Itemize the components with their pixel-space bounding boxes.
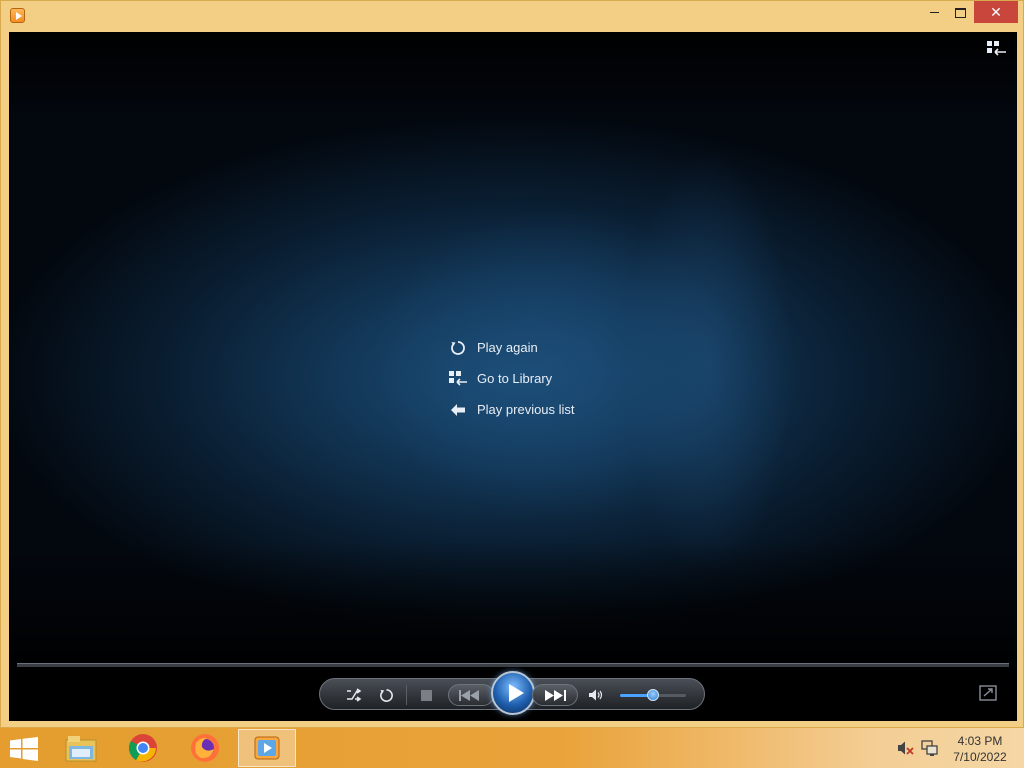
player-top-shade (9, 32, 1017, 122)
media-player-icon (254, 736, 280, 760)
taskbar-media-player[interactable] (238, 729, 296, 767)
maximize-icon (954, 7, 966, 18)
maximize-button[interactable] (947, 1, 973, 23)
replay-icon (449, 339, 467, 357)
minimize-icon (929, 12, 939, 14)
repeat-icon (379, 688, 393, 702)
play-again-label: Play again (477, 340, 538, 355)
file-explorer-icon (65, 736, 97, 762)
firefox-icon (191, 734, 219, 762)
volume-slider-thumb[interactable] (647, 689, 659, 701)
mute-button[interactable] (586, 685, 606, 705)
play-previous-list-link[interactable]: Play previous list (449, 394, 575, 425)
play-again-link[interactable]: Play again (449, 332, 575, 363)
seek-bar[interactable] (17, 663, 1009, 667)
next-button[interactable] (532, 684, 578, 706)
network-icon[interactable] (921, 740, 939, 756)
repeat-button[interactable] (376, 685, 396, 705)
system-clock[interactable]: 4:03 PM 7/10/2022 (944, 733, 1016, 765)
windows-start-icon[interactable] (10, 737, 38, 761)
taskbar: 4:03 PM 7/10/2022 (0, 728, 1024, 768)
go-to-library-link[interactable]: Go to Library (449, 363, 575, 394)
controls-divider (406, 685, 407, 705)
taskbar-chrome[interactable] (114, 729, 172, 767)
taskbar-firefox[interactable] (176, 729, 234, 767)
title-bar[interactable]: ✕ (1, 1, 1023, 31)
go-to-library-label: Go to Library (477, 371, 553, 386)
media-player-app-icon[interactable] (10, 8, 25, 23)
previous-button[interactable] (448, 684, 494, 706)
shuffle-icon (347, 688, 362, 702)
now-playing-area: Play again Go to Library Play previous l… (9, 32, 1017, 721)
shuffle-button[interactable] (344, 685, 364, 705)
play-button[interactable] (491, 671, 535, 715)
library-icon (449, 370, 467, 388)
close-button[interactable]: ✕ (974, 1, 1018, 23)
taskbar-file-explorer[interactable] (52, 729, 110, 767)
fullscreen-icon[interactable] (979, 685, 997, 701)
media-player-window: ✕ Play again Go to Library Play previous… (0, 0, 1024, 728)
minimize-button[interactable] (921, 1, 947, 23)
back-arrow-icon (449, 401, 467, 419)
next-icon (545, 690, 566, 701)
stop-button[interactable] (416, 685, 436, 705)
speaker-muted-icon[interactable] (897, 740, 915, 756)
playback-controls (319, 671, 705, 715)
end-of-playback-menu: Play again Go to Library Play previous l… (449, 332, 575, 425)
previous-icon (459, 690, 479, 701)
speaker-icon (589, 689, 603, 701)
stop-icon (420, 689, 432, 701)
chrome-icon (129, 734, 157, 762)
clock-time: 4:03 PM (957, 734, 1003, 748)
clock-date: 7/10/2022 (953, 750, 1007, 764)
play-previous-list-label: Play previous list (477, 402, 575, 417)
switch-to-library-icon[interactable] (987, 41, 1007, 57)
